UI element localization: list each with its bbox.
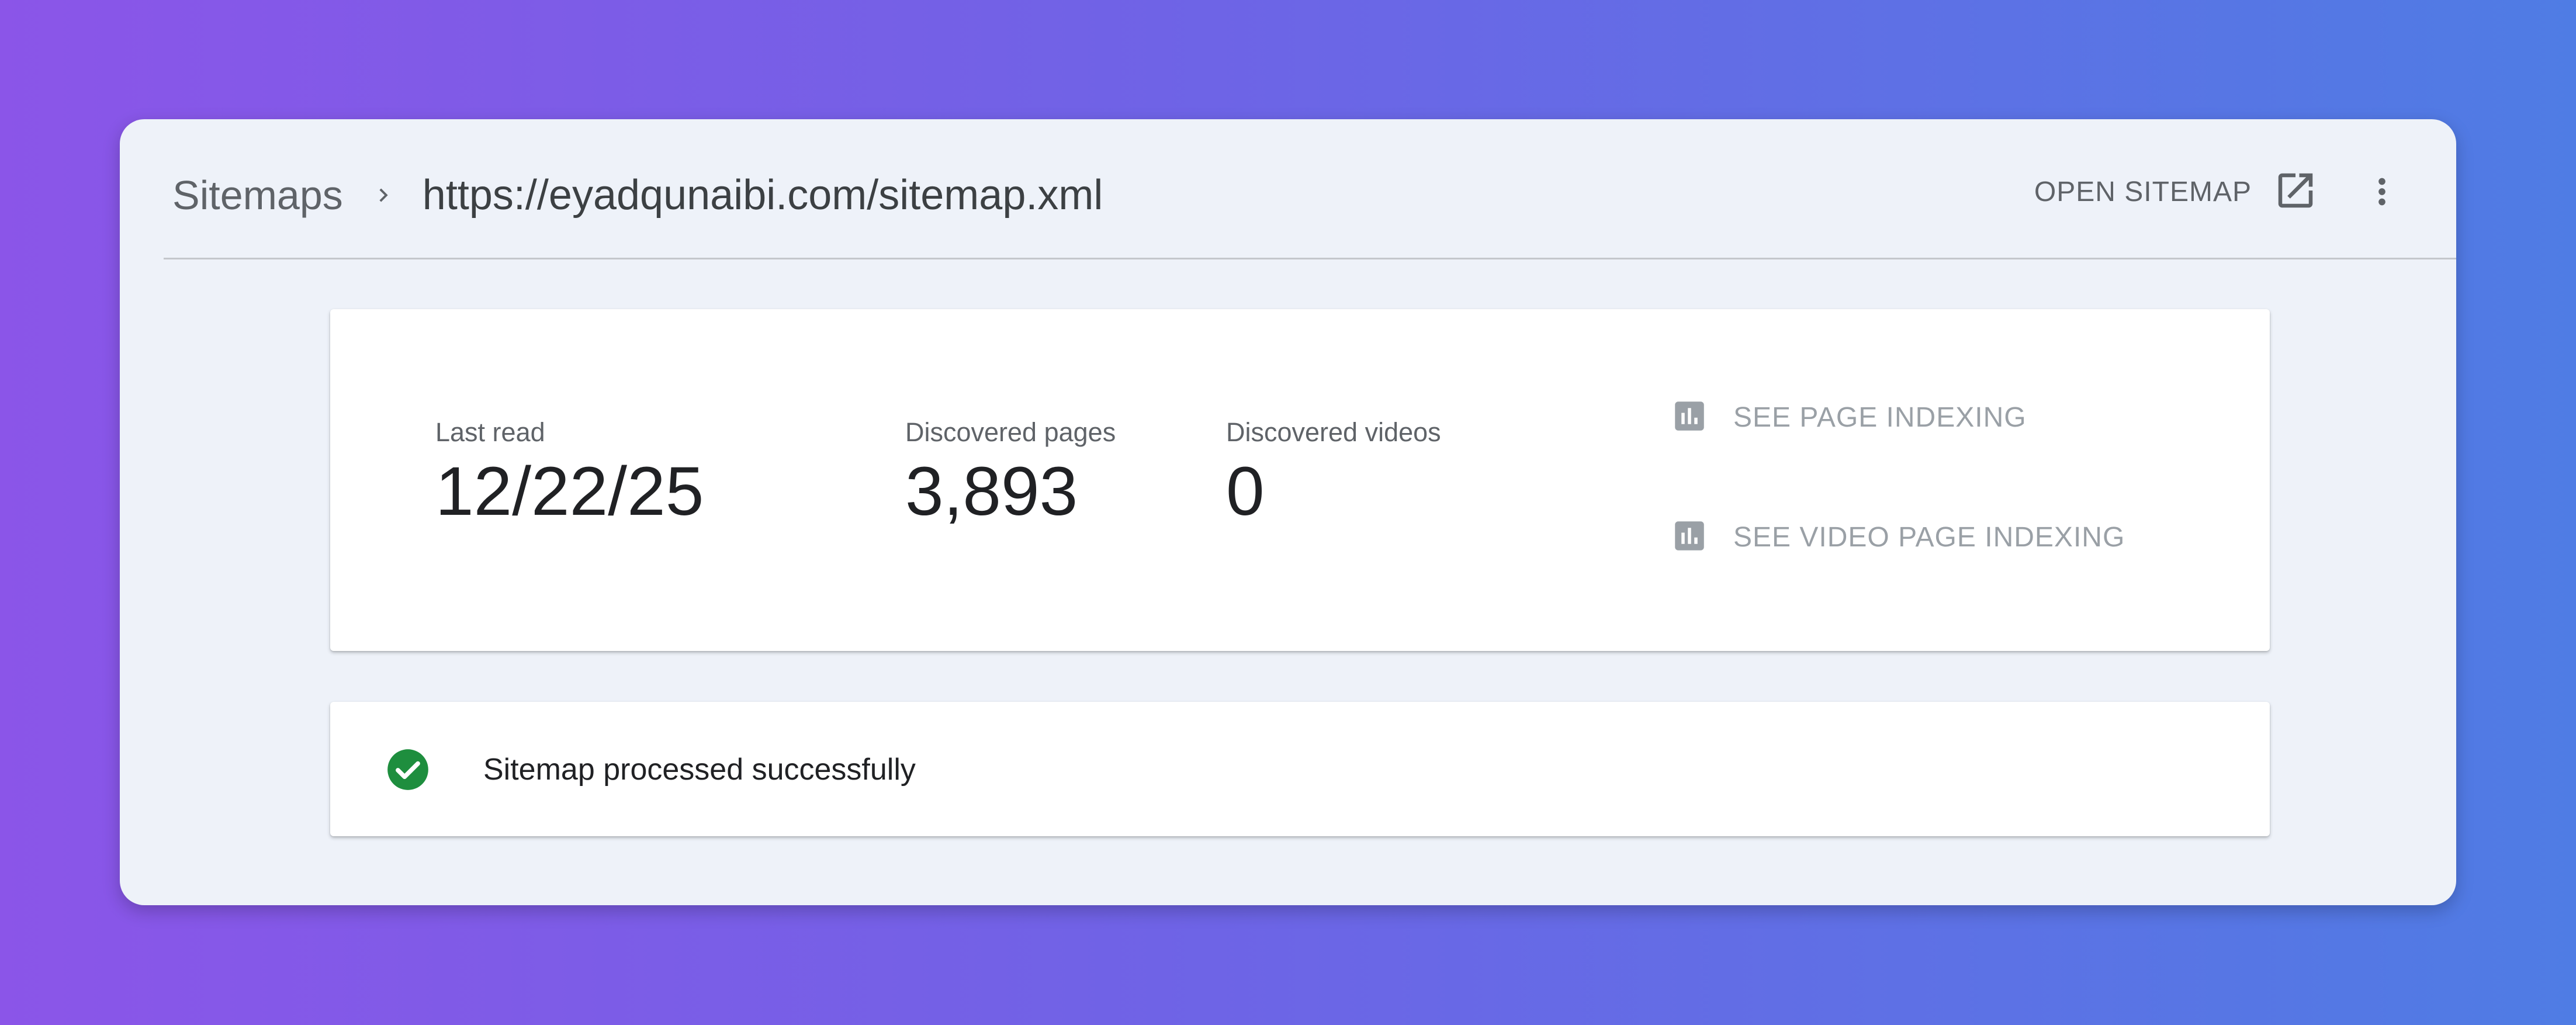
stat-discovered-pages: Discovered pages 3,893	[905, 416, 1116, 529]
more-vert-icon[interactable]	[2362, 168, 2402, 215]
stat-value: 12/22/25	[435, 453, 704, 530]
see-page-indexing-label: SEE PAGE INDEXING	[1733, 401, 2027, 433]
stat-label: Discovered pages	[905, 417, 1116, 447]
see-video-page-indexing-link[interactable]: SEE VIDEO PAGE INDEXING	[1670, 514, 2125, 560]
stat-label: Last read	[435, 417, 545, 447]
sitemap-stats-card: Last read 12/22/25 Discovered pages 3,89…	[330, 309, 2270, 651]
stat-discovered-videos: Discovered videos 0	[1226, 416, 1441, 529]
chevron-right-icon	[357, 166, 410, 224]
open-sitemap-button[interactable]: OPEN SITEMAP	[2034, 162, 2318, 221]
status-message: Sitemap processed successfully	[483, 753, 916, 787]
stat-value: 0	[1226, 453, 1265, 530]
stat-label: Discovered videos	[1226, 417, 1441, 447]
sitemap-status-card: Sitemap processed successfully	[330, 702, 2270, 836]
bar-chart-icon	[1670, 397, 1709, 438]
bar-chart-icon	[1670, 517, 1709, 558]
see-video-page-indexing-label: SEE VIDEO PAGE INDEXING	[1733, 521, 2125, 553]
header-divider	[164, 258, 2456, 259]
breadcrumb-current-sitemap-url: https://eyadqunaibi.com/sitemap.xml	[422, 172, 1103, 219]
stat-last-read: Last read 12/22/25	[435, 416, 704, 529]
stat-value: 3,893	[905, 453, 1078, 530]
header: Sitemaps https://eyadqunaibi.com/sitemap…	[120, 119, 2456, 258]
open-in-new-icon	[2273, 168, 2318, 216]
breadcrumb: Sitemaps https://eyadqunaibi.com/sitemap…	[172, 166, 1103, 224]
check-circle-icon	[386, 747, 430, 792]
breadcrumb-sitemaps-link[interactable]: Sitemaps	[172, 172, 343, 219]
open-sitemap-label: OPEN SITEMAP	[2034, 176, 2252, 207]
see-page-indexing-link[interactable]: SEE PAGE INDEXING	[1670, 394, 2027, 441]
sitemap-detail-panel: Sitemaps https://eyadqunaibi.com/sitemap…	[120, 119, 2456, 905]
